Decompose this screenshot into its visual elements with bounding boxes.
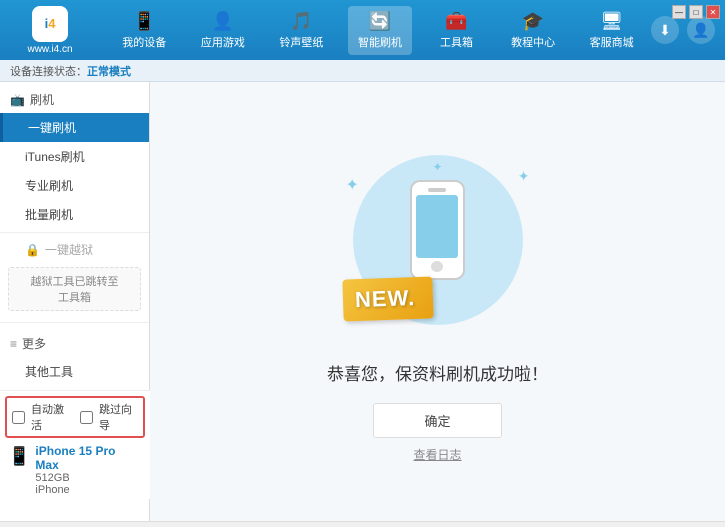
confirm-button[interactable]: 确定	[373, 403, 501, 438]
sidebar-notice: 越狱工具已跳转至 工具箱	[8, 267, 141, 311]
nav-service[interactable]: 🖥 客服商城	[580, 6, 644, 55]
my-device-icon: 📱	[133, 11, 155, 32]
logo-subtitle: www.i4.cn	[27, 44, 72, 55]
flash-section-header: 📺 刷机	[0, 86, 149, 113]
status-label: 设备连接状态：	[10, 63, 87, 79]
download-button[interactable]: ⬇	[651, 16, 679, 44]
main-layout: 📺 刷机 一键刷机 iTunes刷机 专业刷机 批量刷机 🔒 一键越狱 越狱工具…	[0, 82, 725, 521]
more-header-icon: ≡	[10, 337, 17, 351]
device-details: iPhone 15 Pro Max 512GB iPhone	[35, 444, 142, 496]
ringtone-icon: 🎵	[290, 11, 312, 32]
lock-icon: 🔒	[25, 243, 40, 257]
success-message: 恭喜您，保资料刷机成功啦！	[327, 360, 548, 385]
auto-activate-checkbox[interactable]	[12, 411, 25, 424]
star-top-icon: ✦	[433, 160, 443, 174]
phone-screen	[416, 195, 458, 258]
app-logo: i4 www.i4.cn	[10, 6, 90, 55]
nav-tools-label: 工具箱	[440, 34, 473, 50]
skip-guide-checkbox[interactable]	[80, 411, 93, 424]
tools-icon: 🧰	[445, 11, 467, 32]
main-nav: 📱 我的设备 👤 应用游戏 🎵 铃声壁纸 🔄 智能刷机 🧰 工具箱 🎓	[105, 6, 651, 55]
apps-icon: 👤	[212, 11, 234, 32]
flash-section: 📺 刷机 一键刷机 iTunes刷机 专业刷机 批量刷机 🔒 一键越狱 越狱工具…	[0, 82, 149, 319]
view-log-link[interactable]: 查看日志	[413, 446, 461, 463]
window-controls: — □ ✕	[672, 5, 720, 19]
sidebar-bottom-area: 自动激活 跳过向导 📱 iPhone 15 Pro Max 512GB iPho…	[0, 390, 150, 499]
more-section-header: ≡ 更多	[0, 330, 149, 357]
auto-activate-label: 自动激活	[31, 401, 70, 433]
new-badge-text: NEW.	[354, 285, 415, 312]
sidebar: 📺 刷机 一键刷机 iTunes刷机 专业刷机 批量刷机 🔒 一键越狱 越狱工具…	[0, 82, 150, 521]
header-actions: ⬇ 👤	[651, 16, 715, 44]
close-button[interactable]: ✕	[706, 5, 720, 19]
sidebar-other-tools[interactable]: 其他工具	[0, 357, 149, 386]
star-right-icon: ✦	[518, 168, 530, 185]
sidebar-jailbreak-disabled: 🔒 一键越狱	[0, 236, 149, 263]
notice-line2: 工具箱	[19, 289, 130, 305]
smart-flash-icon: 🔄	[369, 11, 391, 32]
nav-smart-flash[interactable]: 🔄 智能刷机	[348, 6, 412, 55]
phone-body	[410, 180, 465, 280]
phone-illustration	[410, 180, 465, 280]
nav-service-label: 客服商城	[590, 34, 634, 50]
nav-ringtone[interactable]: 🎵 铃声壁纸	[269, 6, 333, 55]
device-type: iPhone	[35, 484, 142, 496]
jailbreak-label: 一键越狱	[45, 241, 93, 258]
device-storage: 512GB	[35, 472, 142, 484]
nav-tutorial[interactable]: 🎓 教程中心	[501, 6, 565, 55]
sidebar-divider-1	[0, 232, 149, 233]
sidebar-one-key-flash[interactable]: 一键刷机	[0, 113, 149, 142]
top-status-bar: 设备连接状态： 正常模式	[0, 60, 725, 82]
flash-header-icon: 📺	[10, 93, 25, 107]
nav-tutorial-label: 教程中心	[511, 34, 555, 50]
phone-notch	[428, 188, 446, 192]
nav-tools[interactable]: 🧰 工具箱	[427, 6, 487, 55]
sidebar-divider-2	[0, 322, 149, 323]
flash-header-label: 刷机	[30, 91, 54, 108]
more-header-label: 更多	[22, 335, 46, 352]
new-badge: NEW.	[342, 276, 434, 321]
user-button[interactable]: 👤	[687, 16, 715, 44]
sidebar-pro-flash[interactable]: 专业刷机	[0, 171, 149, 200]
device-info-row: 📱 iPhone 15 Pro Max 512GB iPhone	[0, 441, 150, 499]
activation-options-row: 自动激活 跳过向导	[5, 396, 145, 438]
nav-my-device[interactable]: 📱 我的设备	[112, 6, 176, 55]
success-illustration: ✦ ✦ ✦ NEW.	[338, 140, 538, 340]
nav-ringtone-label: 铃声壁纸	[279, 34, 323, 50]
service-icon: 🖥	[600, 11, 623, 32]
sidebar-itunes-flash[interactable]: iTunes刷机	[0, 142, 149, 171]
main-content: ✦ ✦ ✦ NEW. 恭喜您，保资料刷机成功啦！ 确定 查看	[150, 82, 725, 521]
nav-apps[interactable]: 👤 应用游戏	[191, 6, 255, 55]
phone-home	[431, 261, 443, 272]
minimize-button[interactable]: —	[672, 5, 686, 19]
nav-smart-flash-label: 智能刷机	[358, 34, 402, 50]
device-name: iPhone 15 Pro Max	[35, 444, 142, 472]
nav-apps-label: 应用游戏	[201, 34, 245, 50]
device-phone-icon: 📱	[8, 446, 30, 467]
logo-icon: i4	[32, 6, 68, 42]
sidebar-batch-flash[interactable]: 批量刷机	[0, 200, 149, 229]
notice-line1: 越狱工具已跳转至	[19, 273, 130, 289]
status-bar: 阻止iTunes运行 V7.98.66 客服 微信公众号 检查更新	[0, 521, 725, 527]
maximize-button[interactable]: □	[689, 5, 703, 19]
skip-guide-label: 跳过向导	[99, 401, 138, 433]
status-value: 正常模式	[87, 63, 131, 79]
star-left-icon: ✦	[346, 175, 359, 195]
nav-my-device-label: 我的设备	[122, 34, 166, 50]
tutorial-icon: 🎓	[522, 11, 544, 32]
header: i4 www.i4.cn 📱 我的设备 👤 应用游戏 🎵 铃声壁纸 🔄 智能刷机	[0, 0, 725, 60]
